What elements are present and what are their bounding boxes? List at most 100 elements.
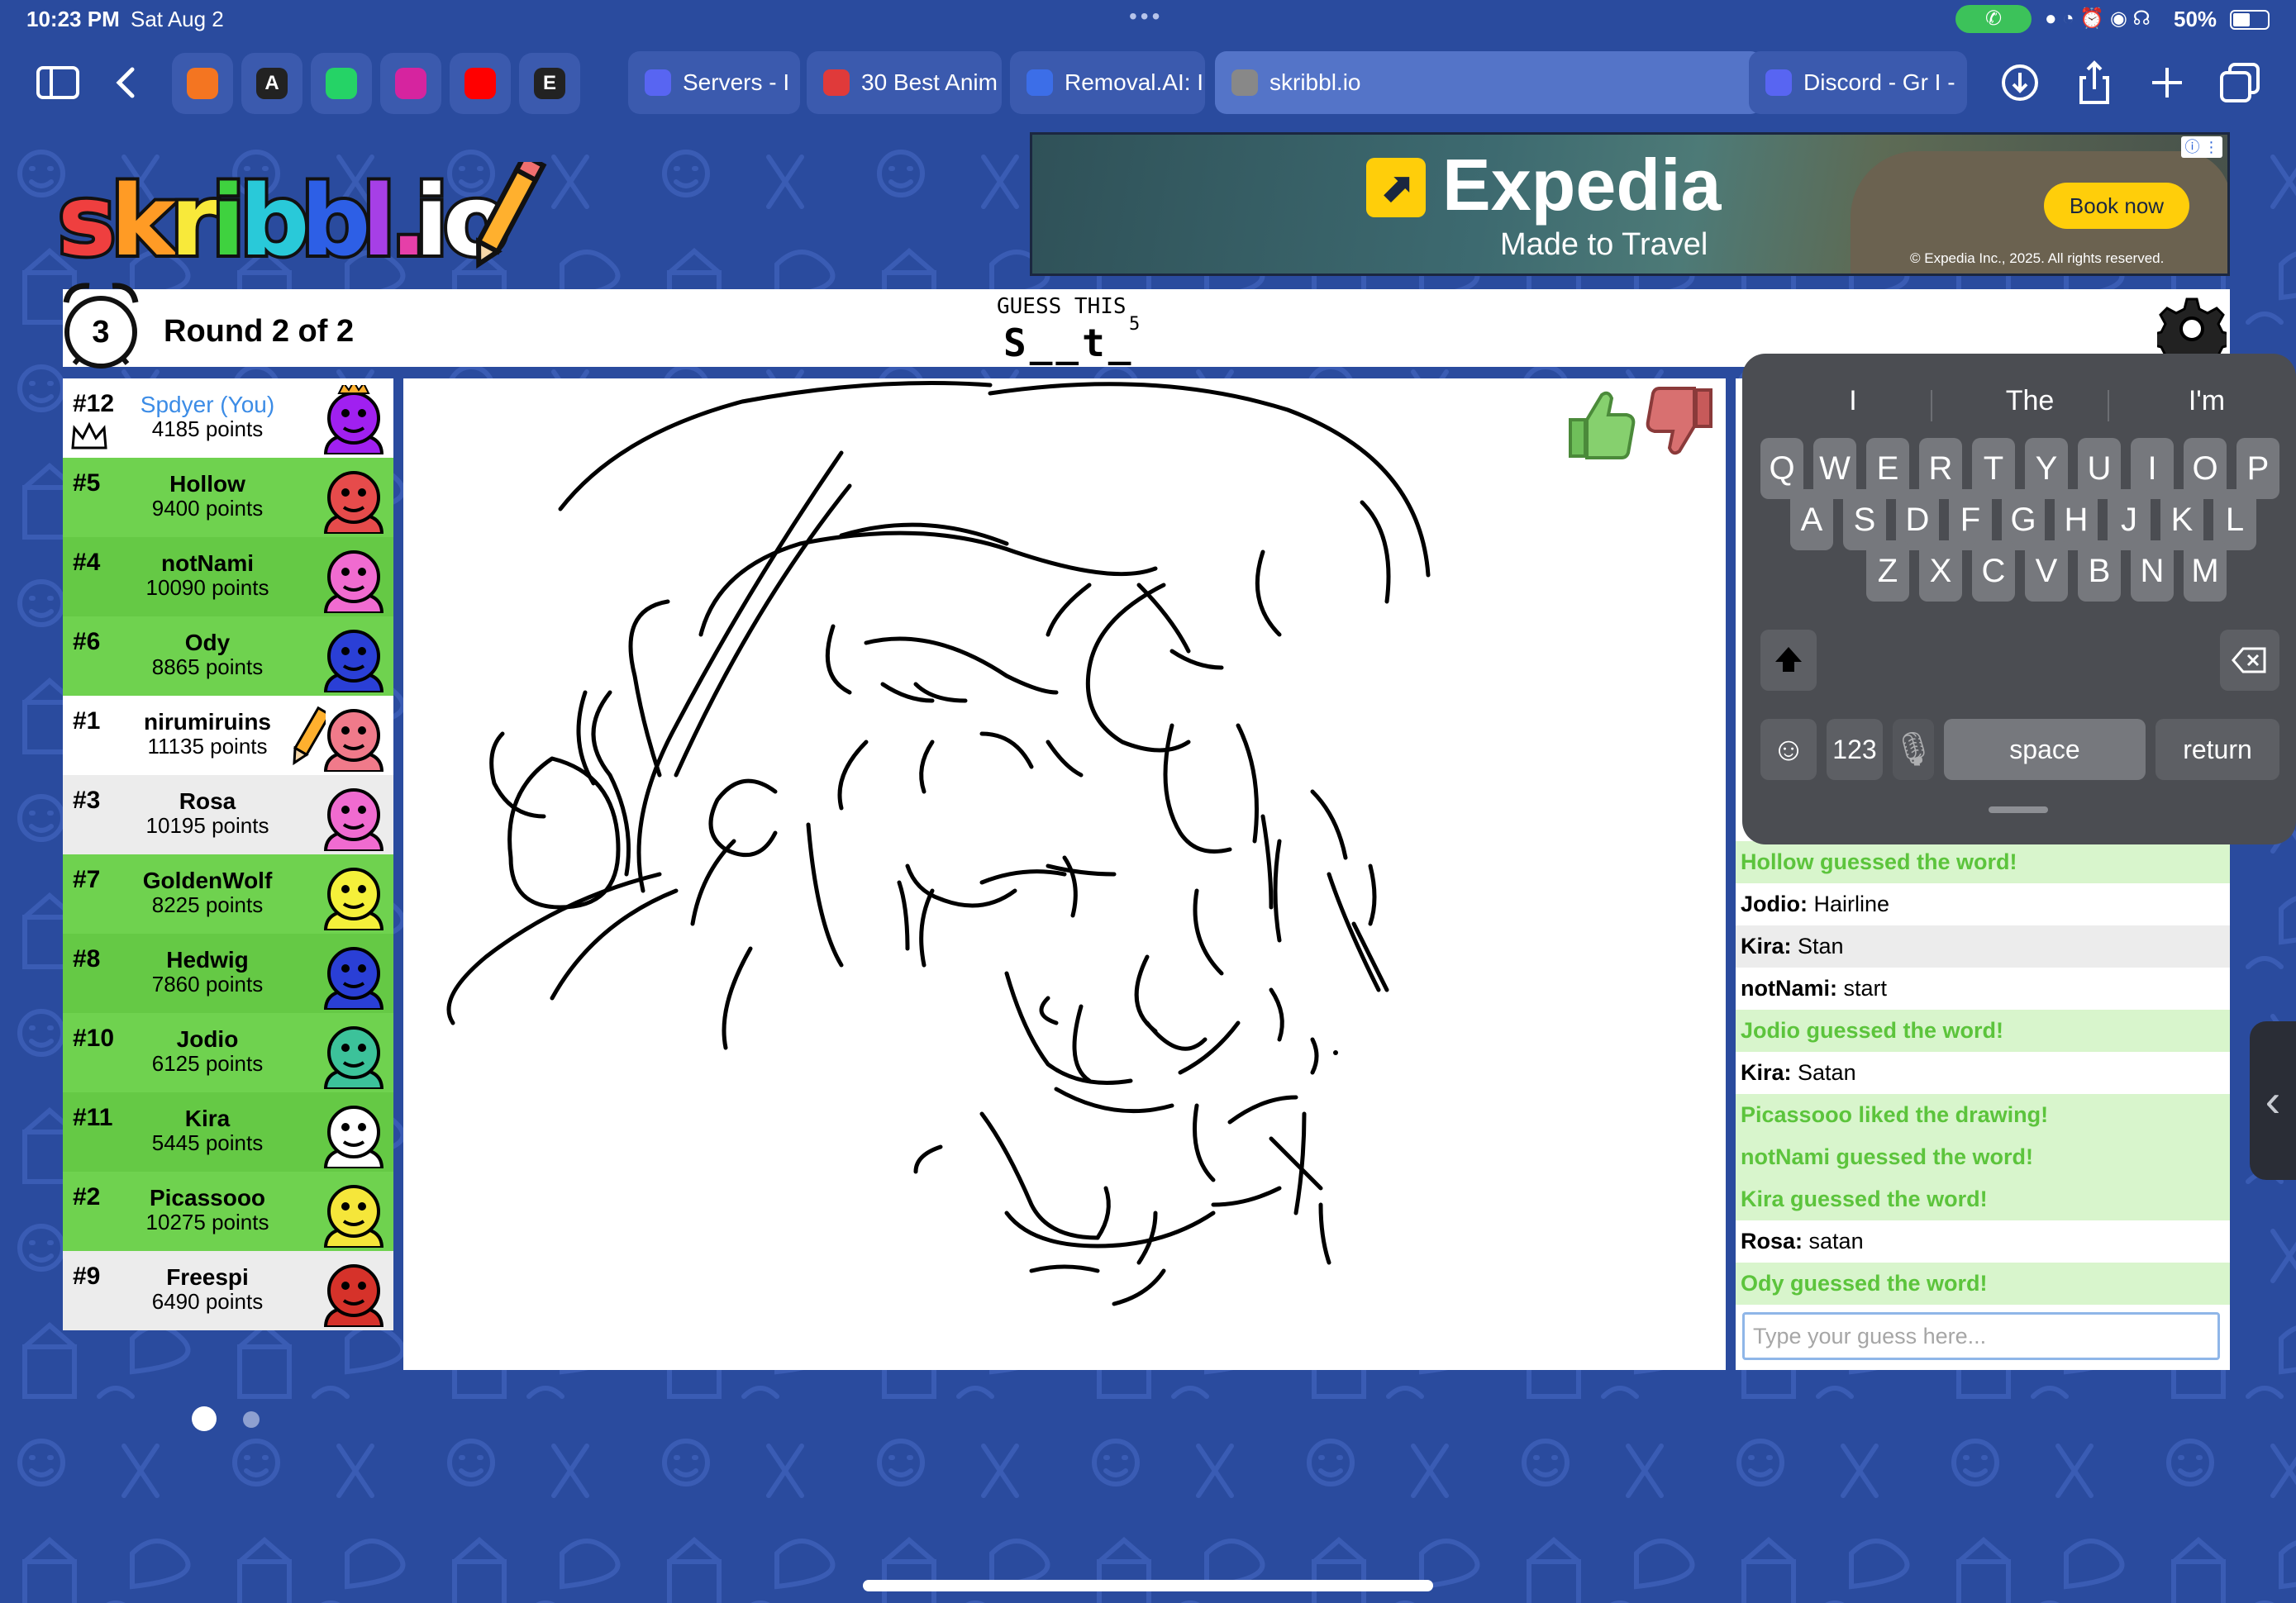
youtube-icon[interactable] <box>450 53 511 114</box>
home-indicator[interactable] <box>863 1580 1433 1591</box>
emoji-key-icon[interactable]: ☺ <box>1760 719 1817 780</box>
ad-book-now-button[interactable]: Book now <box>2044 183 2189 229</box>
chat-message: Kira: Satan <box>1736 1052 2230 1094</box>
player-row[interactable]: #11 Kira 5445 points <box>63 1092 393 1172</box>
numbers-key[interactable]: 123 <box>1827 719 1883 780</box>
player-points: 6125 points <box>151 1051 264 1076</box>
microphone-key-icon[interactable]: 🎙 <box>1893 719 1935 780</box>
player-row[interactable]: #12 Spdyer (You) 4185 points <box>63 378 393 458</box>
suggestion-1[interactable]: I <box>1765 385 1941 417</box>
app-a-icon[interactable]: A <box>241 53 302 114</box>
svg-text:b: b <box>240 164 309 269</box>
app-e-icon[interactable]: E <box>519 53 580 114</box>
instagram-icon[interactable] <box>380 53 441 114</box>
chat-user: Kira: <box>1741 934 1792 958</box>
player-points: 6490 points <box>151 1289 264 1314</box>
player-row[interactable]: #3 Rosa 10195 points <box>63 775 393 854</box>
drawing-canvas[interactable] <box>403 378 1726 1370</box>
system-status-icons: ● ◔ ⏰ ◉ ☊ <box>2045 7 2151 30</box>
player-row[interactable]: #4 notNami 10090 points <box>63 537 393 616</box>
key-z[interactable]: Z <box>1866 540 1909 602</box>
slide-over-handle-icon[interactable]: ‹ <box>2250 1021 2296 1180</box>
player-name: Picassooo <box>149 1185 266 1211</box>
ad-copyright: © Expedia Inc., 2025. All rights reserve… <box>1910 250 2165 266</box>
player-row[interactable]: #2 Picassooo 10275 points <box>63 1172 393 1251</box>
backspace-key-icon[interactable] <box>2220 630 2279 691</box>
player-avatar-icon <box>323 709 384 772</box>
return-key[interactable]: return <box>2155 719 2279 780</box>
player-row[interactable]: #10 Jodio 6125 points <box>63 1013 393 1092</box>
chat-user: notNami: <box>1741 976 1837 1001</box>
share-icon[interactable] <box>2070 58 2119 107</box>
player-row[interactable]: #7 GoldenWolf 8225 points <box>63 854 393 934</box>
browser-tab[interactable]: 30 Best Anim <box>807 51 1002 114</box>
chat-user: Kira: <box>1741 1060 1792 1085</box>
svg-text:s: s <box>58 164 116 269</box>
player-avatar-icon <box>323 630 384 692</box>
key-m[interactable]: M <box>2184 540 2227 602</box>
player-points: 8865 points <box>151 654 264 679</box>
new-tab-icon[interactable] <box>2142 58 2192 107</box>
onscreen-keyboard: I The I'm QWERTYUIOPASDFGHJKLZXCVBNM ☺ 1… <box>1742 354 2296 844</box>
tab-favicon-icon <box>645 69 671 96</box>
suggestion-2[interactable]: The <box>1942 385 2117 417</box>
chat-text: satan <box>1808 1229 1864 1253</box>
ad-info-icon[interactable]: ⓘ ⋮ <box>2181 136 2222 158</box>
whatsapp-icon[interactable] <box>311 53 372 114</box>
key-c[interactable]: C <box>1972 540 2015 602</box>
skribbl-logo: s k r i b b l . i o <box>55 152 603 281</box>
chat-system-text: Kira guessed the word! <box>1741 1187 1988 1211</box>
sidebar-icon[interactable] <box>33 58 83 107</box>
tab-label: skribbl.io <box>1269 69 1361 95</box>
browser-tab[interactable]: Servers - I <box>628 51 800 114</box>
player-name: Ody <box>184 630 231 655</box>
player-row[interactable]: #8 Hedwig 7860 points <box>63 934 393 1013</box>
key-v[interactable]: V <box>2025 540 2068 602</box>
like-thumbs-up-icon[interactable] <box>1562 382 1638 464</box>
space-key[interactable]: space <box>1944 719 2146 780</box>
browser-toolbar: AE Servers - I 30 Best Anim Removal.AI: Is… <box>0 38 2296 132</box>
crunchyroll-icon[interactable] <box>172 53 233 114</box>
status-bar: 10:23 PM Sat Aug 2 ••• ✆ ● ◔ ⏰ ◉ ☊ 50% <box>0 0 2296 38</box>
key-a[interactable]: A <box>1790 489 1833 550</box>
key-x[interactable]: X <box>1919 540 1962 602</box>
keyboard-handle[interactable] <box>1989 806 2048 813</box>
expedia-ad-banner[interactable]: ⬈ Expedia Made to Travel Book now © Expe… <box>1030 132 2230 276</box>
phone-icon[interactable]: ✆ <box>1955 5 2032 33</box>
player-row[interactable]: #5 Hollow 9400 points <box>63 458 393 537</box>
crown-icon <box>71 421 107 450</box>
suggestion-3[interactable]: I'm <box>2119 385 2294 417</box>
favorites-bar: AE <box>172 53 585 114</box>
player-rank: #11 <box>73 1104 113 1131</box>
player-rank: #7 <box>73 866 101 893</box>
svg-text:b: b <box>301 164 370 269</box>
key-n[interactable]: N <box>2131 540 2174 602</box>
browser-tab[interactable]: skribbl.io <box>1215 51 1762 114</box>
chat-message: Hollow guessed the word! <box>1736 841 2230 883</box>
key-b[interactable]: B <box>2078 540 2121 602</box>
expedia-logo-icon: ⬈ <box>1366 158 1426 217</box>
player-rank: #12 <box>73 390 115 417</box>
player-list: #12 Spdyer (You) 4185 points #5 Hollow 9400 p… <box>63 378 393 1330</box>
browser-tab[interactable]: Removal.AI: I <box>1010 51 1205 114</box>
chat-message: Kira: Stan <box>1736 925 2230 968</box>
tab-overview-icon[interactable] <box>2215 58 2265 107</box>
multitasking-dots-icon[interactable]: ••• <box>1129 3 1163 30</box>
browser-tab[interactable]: Discord - Gr I - <box>1749 51 1967 114</box>
player-row[interactable]: #6 Ody 8865 points <box>63 616 393 696</box>
player-name: Jodio <box>176 1026 239 1052</box>
chat-text: start <box>1843 976 1888 1001</box>
player-points: 10195 points <box>145 813 269 838</box>
word-hint: S__t_ <box>1003 321 1135 365</box>
shift-key-icon[interactable] <box>1760 630 1817 691</box>
player-avatar-icon <box>323 1106 384 1168</box>
player-row[interactable]: #9 Freespi 6490 points <box>63 1251 393 1330</box>
back-icon[interactable] <box>102 58 152 107</box>
download-icon[interactable] <box>1995 58 2045 107</box>
dislike-thumbs-down-icon[interactable] <box>1643 382 1719 464</box>
guess-input[interactable] <box>1742 1312 2220 1360</box>
player-row[interactable]: #1 nirumiruins 11135 points <box>63 696 393 775</box>
round-label: Round 2 of 2 <box>164 314 355 349</box>
tab-label: Servers - I <box>683 69 790 95</box>
player-name: Freespi <box>166 1264 249 1290</box>
